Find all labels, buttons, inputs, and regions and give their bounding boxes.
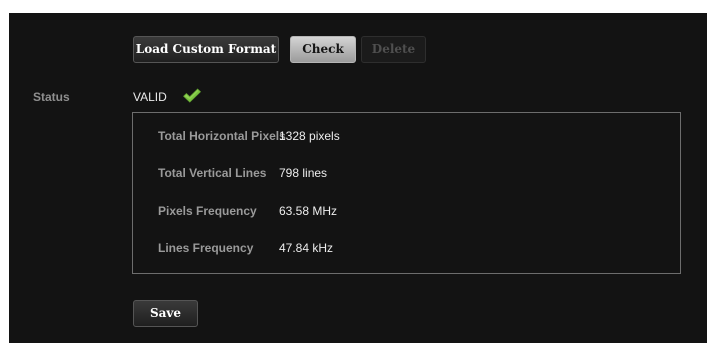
detail-value: 1328 pixels [279,129,340,143]
delete-button[interactable]: Delete [361,36,426,63]
detail-label: Total Vertical Lines [158,166,267,180]
detail-value: 47.84 kHz [279,241,334,255]
detail-row-vertical-lines: Total Vertical Lines 798 lines [133,164,680,184]
format-details-box: Total Horizontal Pixels 1328 pixels Tota… [132,112,681,274]
save-button[interactable]: Save [133,300,198,327]
detail-label: Total Horizontal Pixels [158,129,286,143]
detail-label: Pixels Frequency [158,204,257,218]
check-button[interactable]: Check [290,36,356,63]
checkmark-icon [183,88,202,103]
load-custom-format-button[interactable]: Load Custom Format [133,36,279,63]
status-label: Status [33,90,70,104]
detail-row-horizontal-pixels: Total Horizontal Pixels 1328 pixels [133,127,680,147]
status-value: VALID [133,90,167,104]
detail-row-lines-frequency: Lines Frequency 47.84 kHz [133,239,680,259]
detail-value: 63.58 MHz [279,204,338,218]
detail-value: 798 lines [279,166,328,180]
detail-row-pixels-frequency: Pixels Frequency 63.58 MHz [133,202,680,222]
detail-label: Lines Frequency [158,241,254,255]
